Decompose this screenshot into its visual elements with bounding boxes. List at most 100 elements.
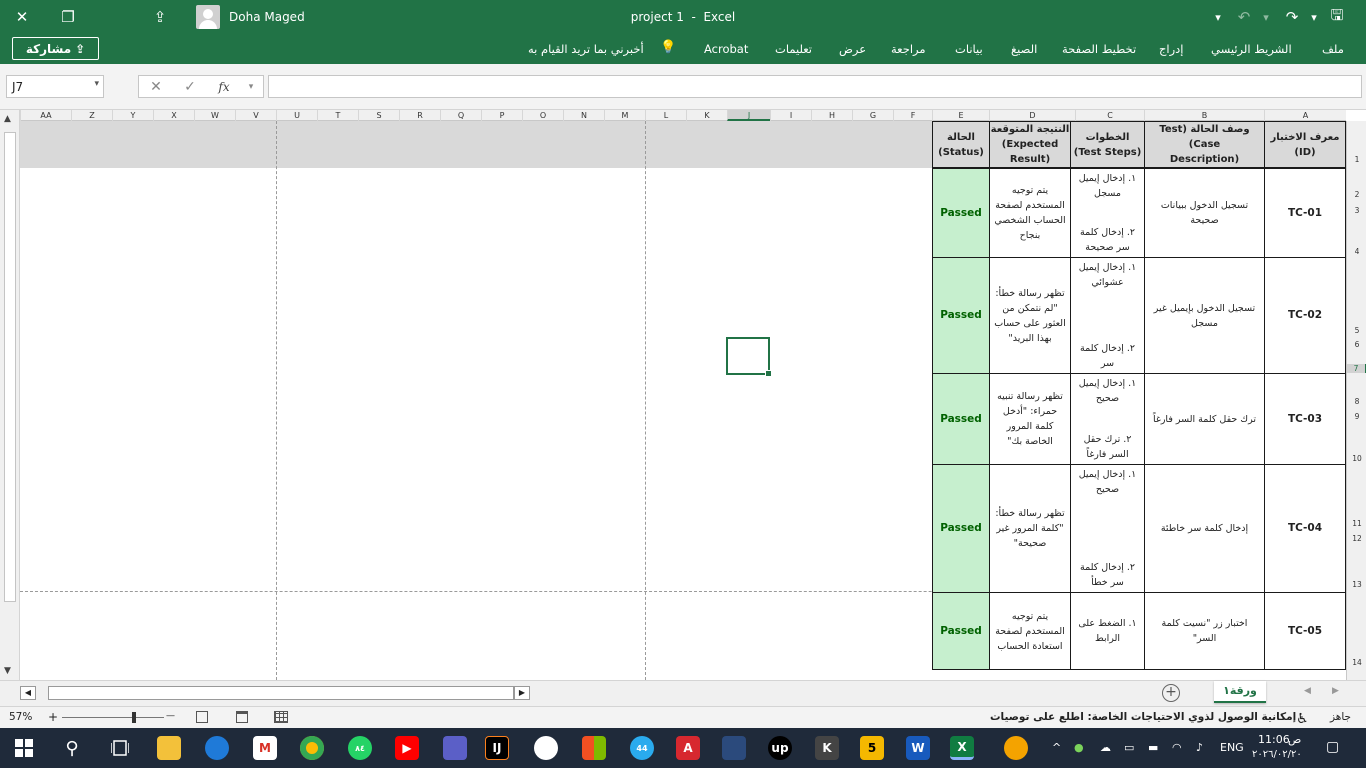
onedrive-icon[interactable]: ☁	[1100, 741, 1111, 754]
table-cell-description[interactable]: إدخال كلمة سر خاطئة	[1144, 464, 1265, 593]
table-cell-steps[interactable]: ١. إدخال إيميل صحيح ٢. إدخال كلمة سر خطأ	[1070, 464, 1145, 593]
scroll-left-icon[interactable]: ◀	[20, 686, 36, 700]
table-cell-id[interactable]: TC-04	[1264, 464, 1346, 593]
scroll-right-icon[interactable]: ▶	[514, 686, 530, 700]
chrome-icon[interactable]	[300, 736, 324, 760]
table-cell-steps[interactable]: ١. إدخال إيميل عشوائي ٢. إدخال كلمة سر	[1070, 257, 1145, 374]
table-cell-steps[interactable]: ١. الضغط على الرابط	[1070, 592, 1145, 670]
row-header[interactable]: 1	[1347, 155, 1366, 164]
table-cell-expected[interactable]: يتم توجيه المستخدم لصفحة استعادة الحساب	[989, 592, 1071, 670]
wifi-icon[interactable]: ◠	[1172, 741, 1182, 754]
selected-cell-j7[interactable]	[726, 337, 772, 377]
row-header[interactable]: 6	[1347, 340, 1366, 349]
tray-expand-icon[interactable]: ^	[1052, 741, 1061, 754]
row-header[interactable]: 13	[1347, 580, 1366, 589]
battery-icon[interactable]: ▬	[1148, 741, 1158, 754]
row-header[interactable]: 10	[1347, 454, 1366, 463]
column-header[interactable]: F	[893, 110, 932, 121]
page-break-view-icon[interactable]	[196, 711, 208, 723]
horizontal-scrollbar[interactable]	[48, 686, 514, 700]
close-button[interactable]: ✕	[0, 0, 44, 34]
scroll-up-icon[interactable]: ▲	[4, 114, 11, 124]
status-badge[interactable]: Passed	[932, 592, 990, 670]
intellij-icon[interactable]: IJ	[485, 736, 509, 760]
column-header[interactable]: O	[522, 110, 563, 121]
zoom-slider-handle[interactable]	[132, 712, 136, 723]
tab-page-layout[interactable]: تخطيط الصفحة	[1062, 42, 1136, 56]
column-header[interactable]: AA	[20, 110, 71, 121]
header-expected[interactable]: النتيجة المتوقعة Expected) (Result	[989, 121, 1071, 168]
normal-view-icon[interactable]	[274, 711, 288, 723]
user-avatar[interactable]	[196, 5, 220, 29]
excel-icon[interactable]: X	[950, 736, 974, 760]
column-header[interactable]: N	[563, 110, 604, 121]
column-header[interactable]: Y	[112, 110, 153, 121]
page-layout-view-icon[interactable]	[236, 711, 248, 723]
header-status[interactable]: الحالة (Status)	[932, 121, 990, 168]
redo-button[interactable]: ↷	[1282, 0, 1302, 34]
tab-review[interactable]: مراجعة	[891, 42, 926, 56]
row-header[interactable]: 4	[1347, 247, 1366, 256]
column-header[interactable]: E	[932, 110, 989, 121]
tab-file[interactable]: ملف	[1322, 42, 1344, 56]
telegram-icon[interactable]: 44	[630, 736, 654, 760]
restore-button[interactable]: ❐	[46, 0, 90, 34]
undo-button[interactable]: ↶	[1234, 0, 1254, 34]
vertical-scrollbar[interactable]: ▲ ▼	[0, 110, 20, 680]
column-header[interactable]: Q	[440, 110, 481, 121]
zoom-in-icon[interactable]: +	[48, 710, 58, 724]
column-header[interactable]: G	[852, 110, 893, 121]
add-sheet-button[interactable]: +	[1162, 684, 1180, 702]
tab-home[interactable]: الشريط الرئيسي	[1211, 42, 1292, 56]
name-box[interactable]: J7 ▾	[6, 75, 104, 98]
row-header[interactable]: 11	[1347, 519, 1366, 528]
tray-app-icon[interactable]: ●	[1074, 741, 1084, 754]
column-header[interactable]: C	[1075, 110, 1144, 121]
status-badge[interactable]: Passed	[932, 168, 990, 258]
table-cell-description[interactable]: تسجيل الدخول ببيانات صحيحة	[1144, 168, 1265, 258]
column-header[interactable]: W	[194, 110, 235, 121]
table-cell-description[interactable]: اختبار زر "نسيت كلمة السر"	[1144, 592, 1265, 670]
column-header[interactable]: I	[770, 110, 811, 121]
column-header[interactable]: L	[645, 110, 686, 121]
row-header[interactable]: 14	[1347, 658, 1366, 667]
sheet-nav-next-icon[interactable]: ▶	[1332, 686, 1339, 696]
save-button[interactable]: 🖫	[1324, 0, 1350, 34]
chevron-down-icon[interactable]: ▾	[94, 79, 99, 89]
column-header[interactable]: T	[317, 110, 358, 121]
clock-date[interactable]: ٢٠٢٦/٠٢/٢٠	[1252, 749, 1302, 760]
tab-data[interactable]: بيانات	[955, 42, 983, 56]
sheet-tab-active[interactable]: ورقة١	[1214, 681, 1266, 703]
store-icon[interactable]	[582, 736, 606, 760]
file-explorer-icon[interactable]	[157, 736, 181, 760]
table-cell-steps[interactable]: ١. إدخال إيميل صحيح ٢. ترك حقل السر فارغ…	[1070, 373, 1145, 465]
gmail-icon[interactable]: M	[253, 736, 277, 760]
table-cell-description[interactable]: ترك حقل كلمة السر فارغاً	[1144, 373, 1265, 465]
notifications-icon[interactable]: ▢	[1326, 739, 1339, 755]
table-cell-id[interactable]: TC-05	[1264, 592, 1346, 670]
row-header-selected[interactable]: 7	[1347, 364, 1366, 373]
language-indicator[interactable]: ENG	[1220, 741, 1244, 754]
tab-help[interactable]: تعليمات	[775, 42, 812, 56]
column-header[interactable]: K	[686, 110, 727, 121]
clock-ampm[interactable]: ص	[1288, 733, 1301, 746]
column-header-selected[interactable]: J	[727, 110, 770, 121]
accessibility-status[interactable]: إمكانية الوصول لذوي الاحتياجات الخاصة: ا…	[990, 711, 1296, 723]
tab-formulas[interactable]: الصيغ	[1011, 42, 1037, 56]
header-steps[interactable]: الخطوات (Test Steps)	[1070, 121, 1145, 168]
tab-view[interactable]: عرض	[839, 42, 866, 56]
row-header[interactable]: 3	[1347, 206, 1366, 215]
table-cell-expected[interactable]: تظهر رسالة خطأ: "كلمة المرور غير صحيحة"	[989, 464, 1071, 593]
share-button[interactable]: مشاركة ⇪	[12, 37, 99, 60]
column-header[interactable]: U	[276, 110, 317, 121]
tab-acrobat[interactable]: Acrobat	[704, 42, 748, 56]
table-cell-expected[interactable]: تظهر رسالة خطأ: "لم نتمكن من العثور على …	[989, 257, 1071, 374]
column-header[interactable]: X	[153, 110, 194, 121]
user-name[interactable]: Doha Maged	[229, 10, 305, 24]
row-header[interactable]: 8	[1347, 397, 1366, 406]
column-header[interactable]: R	[399, 110, 440, 121]
table-cell-expected[interactable]: يتم توجيه المستخدم لصفحة الحساب الشخصي ب…	[989, 168, 1071, 258]
undo-dropdown[interactable]: ▾	[1256, 0, 1276, 34]
column-header[interactable]: V	[235, 110, 276, 121]
scroll-thumb[interactable]	[4, 132, 16, 602]
